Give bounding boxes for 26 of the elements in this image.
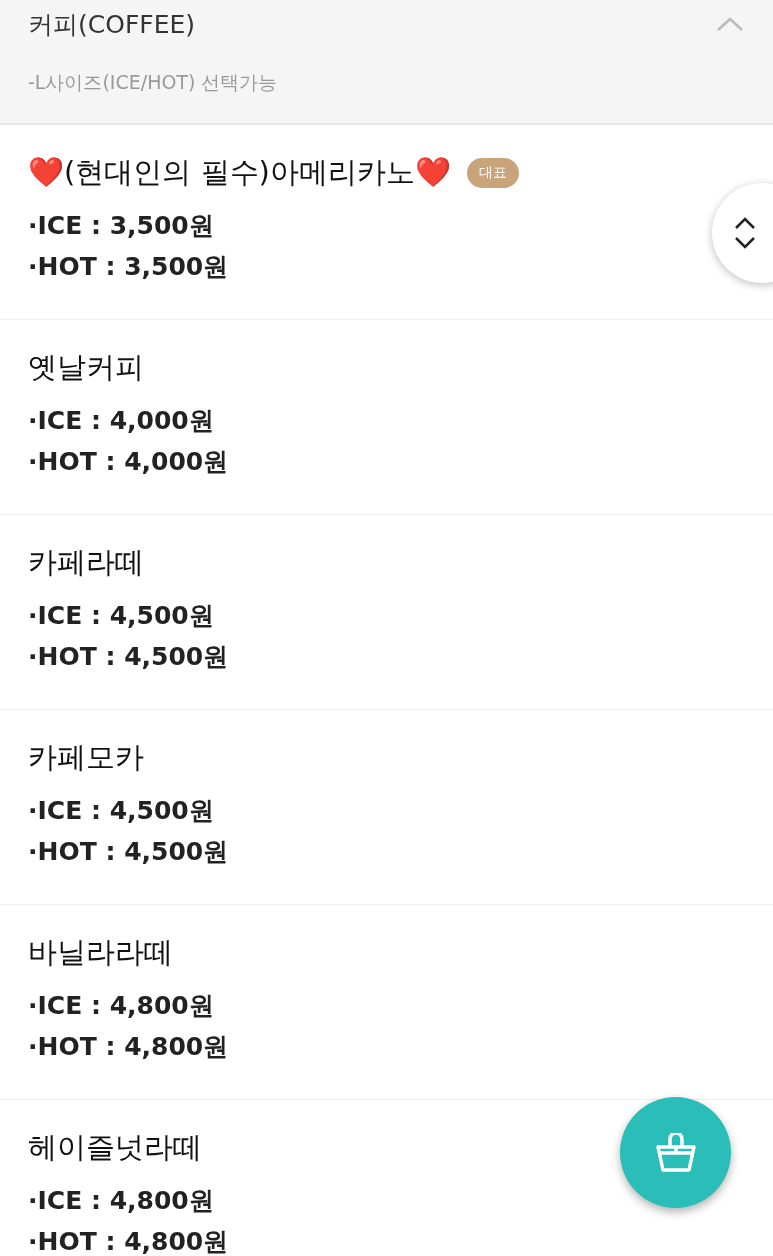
item-price: ·HOT : 4,800원 xyxy=(28,1031,230,1063)
signature-badge: 대표 xyxy=(466,158,519,188)
item-price: ·HOT : 4,500원 xyxy=(28,641,230,673)
chevron-icon[interactable] xyxy=(717,17,743,31)
category-title: 커피(COFFEE) xyxy=(28,8,195,41)
cart-button[interactable] xyxy=(620,1097,731,1208)
item-name: 헤이즐넛라떼 xyxy=(28,1129,202,1166)
item-name: 카페모카 xyxy=(28,739,144,776)
item-price: ·ICE : 4,800원 xyxy=(28,990,215,1022)
item-price: ·ICE : 4,800원 xyxy=(28,1185,215,1217)
basket-icon xyxy=(653,1132,698,1173)
item-price: ·ICE : 3,500원 xyxy=(28,210,215,242)
category-header[interactable]: 커피(COFFEE) -L사이즈(ICE/HOT) 선택가능 xyxy=(0,0,773,125)
item-price: ·ICE : 4,500원 xyxy=(28,795,215,827)
item-name: ❤(현대인의 필수)아메리카노❤ xyxy=(28,154,451,191)
up-down-icon xyxy=(734,215,756,251)
item-name: 카페라떼 xyxy=(28,544,144,581)
item-price: ·ICE : 4,500원 xyxy=(28,600,215,632)
item-name: 옛날커피 xyxy=(28,349,144,386)
item-price: ·HOT : 4,500원 xyxy=(28,836,230,868)
item-name: 바닐라라떼 xyxy=(28,934,173,971)
item-price: ·HOT : 4,800원 xyxy=(28,1226,230,1256)
item-price: ·HOT : 4,000원 xyxy=(28,446,230,478)
item-price: ·ICE : 4,000원 xyxy=(28,405,215,437)
category-note: -L사이즈(ICE/HOT) 선택가능 xyxy=(28,70,279,95)
item-price: ·HOT : 3,500원 xyxy=(28,251,230,283)
